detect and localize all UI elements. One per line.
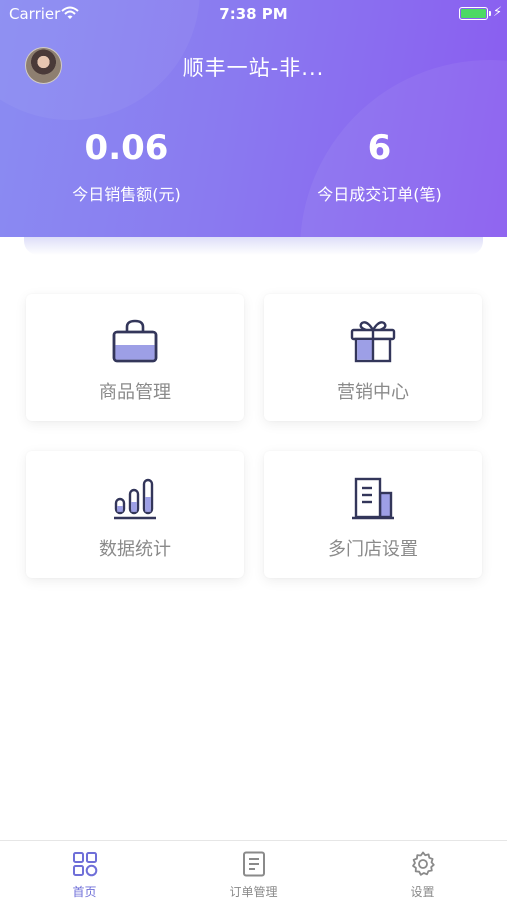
grid-icon: [73, 852, 98, 877]
clock: 7:38 PM: [219, 5, 288, 23]
document-icon: [243, 851, 265, 877]
multi-store-settings-card[interactable]: 多门店设置: [264, 451, 482, 578]
store-name[interactable]: 顺丰一站-非...: [0, 52, 507, 82]
card-label: 多门店设置: [328, 539, 418, 560]
data-statistics-card[interactable]: 数据统计: [26, 451, 244, 578]
header-banner: Carrier 7:38 PM ⚡ 顺丰一站-非... 0.06 今日销售额(元…: [0, 0, 507, 237]
charging-icon: ⚡: [493, 5, 503, 20]
battery-cap: [489, 11, 491, 16]
sales-value: 0.06: [84, 128, 169, 168]
orders-value: 6: [367, 128, 392, 168]
tab-orders[interactable]: 订单管理: [169, 841, 338, 900]
gift-icon: [350, 321, 396, 363]
tab-label: 订单管理: [229, 885, 278, 899]
battery-icon: [459, 7, 488, 20]
tab-bar: 首页 订单管理 设置: [0, 840, 507, 900]
status-bar: Carrier 7:38 PM ⚡: [0, 0, 507, 28]
card-label: 数据统计: [99, 539, 171, 560]
tab-settings[interactable]: 设置: [338, 841, 507, 900]
sales-label: 今日销售额(元): [72, 185, 181, 204]
shopping-bag-icon: [112, 319, 158, 363]
orders-label: 今日成交订单(笔): [317, 185, 442, 204]
bar-chart-icon: [114, 478, 156, 520]
tab-label: 设置: [410, 885, 435, 899]
orders-stat: 6 今日成交订单(笔): [253, 128, 506, 205]
card-label: 商品管理: [99, 382, 171, 403]
tab-home[interactable]: 首页: [0, 841, 169, 900]
product-management-card[interactable]: 商品管理: [26, 294, 244, 421]
tab-label: 首页: [72, 885, 97, 899]
header-shadow: [24, 237, 483, 255]
marketing-center-card[interactable]: 营销中心: [264, 294, 482, 421]
card-label: 营销中心: [337, 382, 409, 403]
gear-icon: [412, 851, 435, 876]
building-icon: [352, 477, 394, 520]
sales-stat: 0.06 今日销售额(元): [0, 128, 253, 205]
